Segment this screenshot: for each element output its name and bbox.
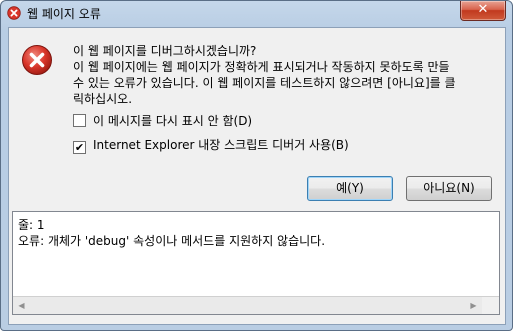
error-details-box[interactable]: 줄: 1 오류: 개체가 'debug' 속성이나 메서드를 지원하지 않습니다… [12,211,500,315]
scroll-left-icon[interactable]: ◀ [13,297,30,314]
dont-show-again-option[interactable]: 이 메시지를 다시 표시 안 함(D) [73,113,252,129]
use-debugger-checkbox[interactable]: ✔ [73,141,86,154]
dont-show-again-label: 이 메시지를 다시 표시 안 함(D) [93,114,253,128]
message-line: 이 웹 페이지를 디버그하시겠습니까? [73,44,257,58]
yes-button[interactable]: 예(Y) [307,176,393,201]
use-debugger-label: Internet Explorer 내장 스크립트 디버거 사용(B) [93,138,349,152]
message-line: 수 있는 오류가 있습니다. 이 웹 페이지를 테스트하지 않으려면 [아니요]… [73,76,456,90]
dialog-body: 이 웹 페이지를 디버그하시겠습니까? 이 웹 페이지에는 웹 페이지가 정확하… [8,27,506,325]
error-icon [7,6,21,20]
scrollbar-corner [482,297,499,314]
horizontal-scrollbar[interactable]: ◀ ▶ [13,296,499,314]
close-button[interactable]: ✕ [460,1,506,21]
close-icon: ✕ [477,2,489,17]
use-debugger-option[interactable]: ✔ Internet Explorer 내장 스크립트 디버거 사용(B) [73,137,349,154]
error-message: 이 웹 페이지를 디버그하시겠습니까? 이 웹 페이지에는 웹 페이지가 정확하… [73,43,493,107]
scroll-right-icon[interactable]: ▶ [465,297,482,314]
message-line: 릭하십시오. [73,92,133,106]
title-bar[interactable]: 웹 페이지 오류 ✕ [1,1,512,27]
window-title: 웹 페이지 오류 [27,7,101,21]
error-dialog: 웹 페이지 오류 ✕ 이 웹 페이지를 디버그하시겠습니까? 이 웹 페이지에는… [0,0,513,331]
error-text: 오류: 개체가 'debug' 속성이나 메서드를 지원하지 않습니다. [18,234,326,248]
checkmark-icon: ✔ [74,141,85,154]
message-line: 이 웹 페이지에는 웹 페이지가 정확하게 표시되거나 작동하지 못하도록 만들 [73,60,450,74]
no-button[interactable]: 아니요(N) [406,176,492,201]
error-icon [22,45,52,75]
line-number: 줄: 1 [18,218,45,232]
error-details: 줄: 1 오류: 개체가 'debug' 속성이나 메서드를 지원하지 않습니다… [18,217,325,249]
dont-show-again-checkbox[interactable] [73,114,86,127]
